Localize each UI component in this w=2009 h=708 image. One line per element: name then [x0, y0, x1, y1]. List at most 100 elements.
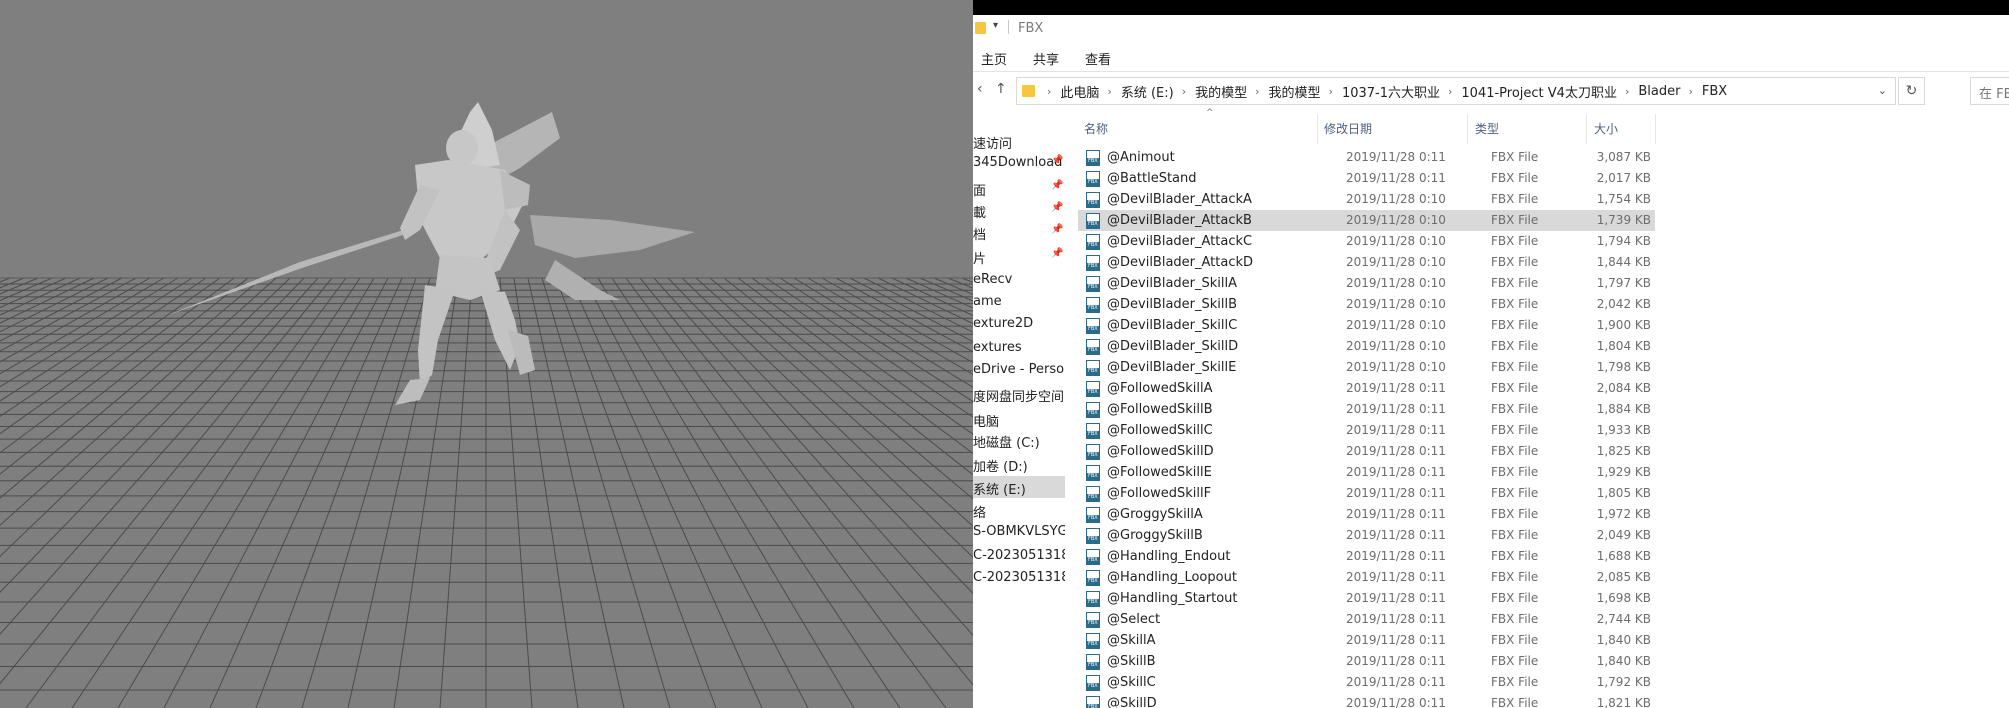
fbx-icon-text: FBX: [1088, 473, 1098, 479]
3d-viewport[interactable]: [0, 0, 973, 708]
breadcrumb-item[interactable]: Blader: [1638, 84, 1680, 99]
nav-item[interactable]: 面 📌: [973, 177, 1065, 199]
file-row[interactable]: FBX @SkillB 2019/11/28 0:11 FBX File 1,840 K…: [1078, 651, 1655, 672]
file-row[interactable]: FBX @Handling_Startout 2019/11/28 0:11 FBX …: [1078, 588, 1655, 609]
nav-item[interactable]: 档 📌: [973, 221, 1065, 243]
nav-item[interactable]: C-2023051318161: [973, 545, 1065, 567]
tab-home[interactable]: 主页: [981, 49, 1007, 68]
nav-item[interactable]: 度网盘同步空间: [973, 383, 1065, 405]
nav-item[interactable]: 載 📌: [973, 199, 1065, 221]
file-row[interactable]: FBX @DevilBlader_AttackC 2019/11/28 0:10 FB…: [1078, 231, 1655, 252]
file-row[interactable]: FBX @DevilBlader_AttackA 2019/11/28 0:10 FB…: [1078, 189, 1655, 210]
file-row[interactable]: FBX @DevilBlader_SkillE 2019/11/28 0:10 FBX…: [1078, 357, 1655, 378]
nav-item[interactable]: 系统 (E:): [973, 476, 1065, 498]
breadcrumb-chevron-icon[interactable]: ›: [1107, 85, 1111, 98]
nav-item[interactable]: 地磁盘 (C:): [973, 429, 1065, 451]
file-type: FBX File: [1491, 234, 1539, 248]
file-row[interactable]: FBX @FollowedSkillF 2019/11/28 0:11 FBX Fil…: [1078, 483, 1655, 504]
up-icon[interactable]: ↑: [995, 81, 1007, 97]
fbx-file-icon: FBX: [1086, 318, 1100, 334]
breadcrumb-item[interactable]: 此电脑: [1060, 82, 1099, 101]
pin-icon[interactable]: 📌: [1051, 248, 1063, 259]
nav-item[interactable]: 络: [973, 499, 1065, 521]
file-row[interactable]: FBX @SkillA 2019/11/28 0:11 FBX File 1,840 K…: [1078, 630, 1655, 651]
column-divider[interactable]: [1467, 114, 1468, 144]
refresh-icon[interactable]: ↻: [1898, 77, 1925, 105]
column-type[interactable]: 类型: [1475, 120, 1499, 137]
nav-item[interactable]: eRecv: [973, 269, 1065, 291]
breadcrumb-chevron-icon[interactable]: ›: [1625, 85, 1629, 98]
breadcrumb-item[interactable]: 系统 (E:): [1121, 82, 1174, 101]
breadcrumb-chevron-icon[interactable]: ›: [1688, 85, 1692, 98]
pin-icon[interactable]: 📌: [1051, 202, 1063, 213]
breadcrumb-item[interactable]: FBX: [1702, 84, 1727, 99]
tab-share[interactable]: 共享: [1033, 49, 1059, 68]
breadcrumb-chevron-icon[interactable]: ›: [1182, 85, 1186, 98]
search-input[interactable]: 在 FB: [1970, 77, 2009, 105]
file-type: FBX File: [1491, 675, 1539, 689]
breadcrumb-item[interactable]: 1037-1六大职业: [1342, 82, 1440, 101]
breadcrumb-item[interactable]: 1041-Project V4太刀职业: [1461, 82, 1617, 101]
breadcrumb-chevron-icon[interactable]: ›: [1329, 85, 1333, 98]
breadcrumb-chevron-icon[interactable]: ›: [1255, 85, 1259, 98]
file-row[interactable]: FBX @FollowedSkillC 2019/11/28 0:11 FBX Fil…: [1078, 420, 1655, 441]
nav-item[interactable]: exture2D: [973, 313, 1065, 335]
file-row[interactable]: FBX @DevilBlader_AttackB 2019/11/28 0:10 FB…: [1078, 210, 1655, 231]
breadcrumb-item[interactable]: 我的模型: [1269, 82, 1321, 101]
column-date[interactable]: 修改日期: [1324, 120, 1372, 137]
file-row[interactable]: FBX @GroggySkillB 2019/11/28 0:11 FBX File 2…: [1078, 525, 1655, 546]
nav-item[interactable]: eDrive - Persona: [973, 359, 1065, 381]
column-divider[interactable]: [1655, 114, 1656, 144]
file-row[interactable]: FBX @FollowedSkillB 2019/11/28 0:11 FBX Fil…: [1078, 399, 1655, 420]
file-row[interactable]: FBX @SkillC 2019/11/28 0:11 FBX File 1,792 K…: [1078, 672, 1655, 693]
tab-view[interactable]: 查看: [1085, 49, 1111, 68]
character-model[interactable]: [0, 0, 973, 708]
file-row[interactable]: FBX @FollowedSkillD 2019/11/28 0:11 FBX Fil…: [1078, 441, 1655, 462]
breadcrumb-chevron-icon[interactable]: ›: [1448, 85, 1452, 98]
address-dropdown-icon[interactable]: ⌄: [1878, 84, 1887, 97]
pin-icon[interactable]: 📌: [1051, 180, 1063, 191]
file-row[interactable]: FBX @SkillD 2019/11/28 0:11 FBX File 1,821 K…: [1078, 693, 1655, 708]
nav-item[interactable]: 片 📌: [973, 245, 1065, 267]
file-row[interactable]: FBX @GroggySkillA 2019/11/28 0:11 FBX File 1…: [1078, 504, 1655, 525]
nav-item[interactable]: C-2023051318584: [973, 567, 1065, 589]
column-divider[interactable]: [1317, 114, 1318, 144]
file-row[interactable]: FBX @FollowedSkillA 2019/11/28 0:11 FBX Fil…: [1078, 378, 1655, 399]
file-row[interactable]: FBX @BattleStand 2019/11/28 0:11 FBX File 2,…: [1078, 168, 1655, 189]
breadcrumb-item[interactable]: 我的模型: [1195, 82, 1247, 101]
address-bar[interactable]: › 此电脑 › 系统 (E:) › 我的模型 › 我的模型 › 1037-1六大职业 › 1041-P…: [1016, 77, 1896, 105]
column-divider[interactable]: [1586, 114, 1587, 144]
file-row[interactable]: FBX @DevilBlader_SkillB 2019/11/28 0:10 FBX…: [1078, 294, 1655, 315]
nav-item[interactable]: extures: [973, 337, 1065, 359]
file-row[interactable]: FBX @DevilBlader_AttackD 2019/11/28 0:10 FB…: [1078, 252, 1655, 273]
nav-item-label: eDrive - Persona: [973, 362, 1065, 377]
nav-item[interactable]: 电脑: [973, 408, 1065, 430]
file-row[interactable]: FBX @Handling_Endout 2019/11/28 0:11 FBX Fi…: [1078, 546, 1655, 567]
file-size: 1,972 KB: [1596, 507, 1651, 521]
pin-icon[interactable]: 📌: [1051, 155, 1063, 166]
back-icon[interactable]: ‹: [977, 81, 983, 97]
file-row[interactable]: FBX @FollowedSkillE 2019/11/28 0:11 FBX Fil…: [1078, 462, 1655, 483]
file-row[interactable]: FBX @DevilBlader_SkillD 2019/11/28 0:10 FBX…: [1078, 336, 1655, 357]
file-type: FBX File: [1491, 192, 1539, 206]
file-row[interactable]: FBX @DevilBlader_SkillC 2019/11/28 0:10 FBX…: [1078, 315, 1655, 336]
file-row[interactable]: FBX @DevilBlader_SkillA 2019/11/28 0:10 FBX…: [1078, 273, 1655, 294]
breadcrumb-chevron-icon[interactable]: ›: [1047, 85, 1051, 98]
file-size: 1,840 KB: [1596, 654, 1651, 668]
sort-ascending-icon: ^: [1206, 108, 1214, 118]
file-row[interactable]: FBX @Handling_Loopout 2019/11/28 0:11 FBX F…: [1078, 567, 1655, 588]
quick-access-dropdown-icon[interactable]: ▾: [993, 20, 998, 31]
nav-item[interactable]: ame: [973, 291, 1065, 313]
file-row[interactable]: FBX @Animout 2019/11/28 0:11 FBX File 3,087 …: [1078, 147, 1655, 168]
window-title: FBX: [1018, 21, 1044, 36]
file-row[interactable]: FBX @Select 2019/11/28 0:11 FBX File 2,744 K…: [1078, 609, 1655, 630]
nav-item[interactable]: 速访问: [973, 130, 1065, 152]
nav-item[interactable]: 加卷 (D:): [973, 453, 1065, 475]
nav-item[interactable]: 345Download 📌: [973, 152, 1065, 174]
fbx-file-icon: FBX: [1086, 255, 1100, 271]
file-name: @DevilBlader_AttackC: [1107, 234, 1253, 249]
pin-icon[interactable]: 📌: [1051, 224, 1063, 235]
column-name[interactable]: 名称: [1084, 120, 1108, 137]
nav-item[interactable]: S-OBMKVLSYGV: [973, 521, 1065, 543]
column-size[interactable]: 大小: [1594, 120, 1618, 137]
